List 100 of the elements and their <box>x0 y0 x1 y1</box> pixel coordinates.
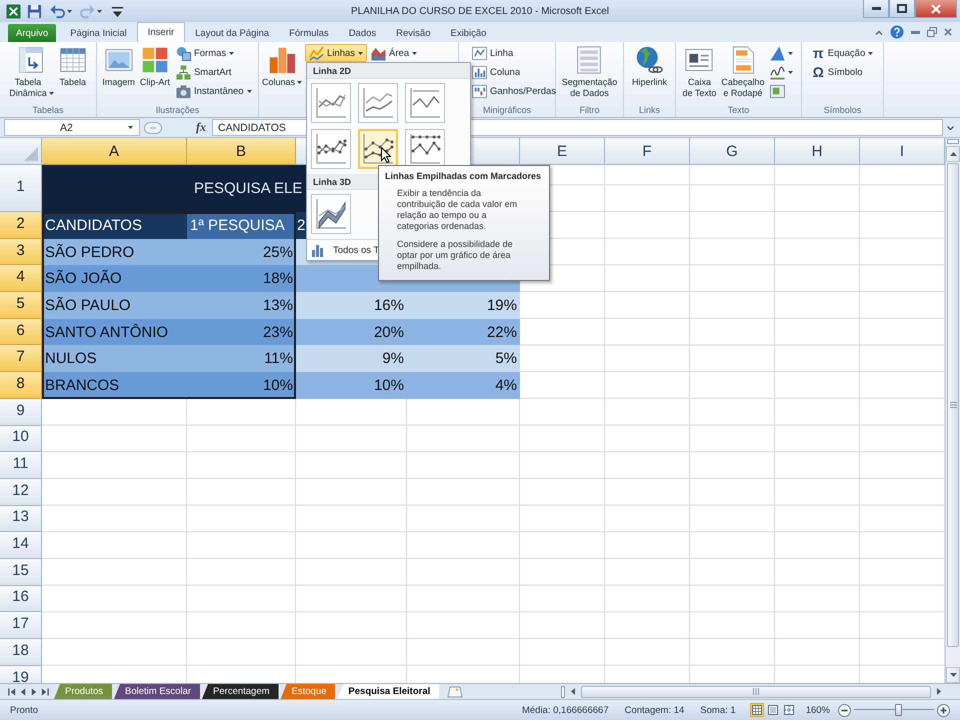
ribbon-button[interactable]: Imagem <box>100 44 137 90</box>
zoom-in-button[interactable] <box>937 704 950 716</box>
row-header[interactable]: 17 <box>0 612 42 639</box>
row-header[interactable]: 16 <box>0 586 42 612</box>
ribbon-button[interactable]: Área <box>368 44 420 62</box>
ribbon-button[interactable]: SmartArt <box>172 63 255 81</box>
ribbon-button[interactable]: Linha <box>469 44 560 62</box>
ribbon-tab[interactable]: Fórmulas <box>279 24 339 42</box>
row-header[interactable]: 13 <box>0 506 42 532</box>
ribbon-button[interactable]: Instantâneo <box>172 82 255 100</box>
minus-icon <box>838 704 851 716</box>
close-icon <box>931 4 941 14</box>
name-box[interactable]: A2 <box>4 119 140 136</box>
ribbon-button[interactable]: Formas <box>172 44 255 62</box>
column-header[interactable]: E <box>520 138 605 165</box>
clip-art-icon <box>140 46 169 74</box>
ribbon-button[interactable]: Clip-Art <box>138 44 172 90</box>
maximize-button[interactable] <box>889 0 915 18</box>
column-header[interactable]: B <box>187 138 296 165</box>
group-label: Símbolos <box>822 104 862 117</box>
ribbon-button[interactable]: Cabeçalho e Rodapé <box>719 44 766 101</box>
grip-icon <box>753 688 759 695</box>
row-header[interactable]: 11 <box>0 452 42 479</box>
row-header[interactable]: 7 <box>0 345 42 372</box>
ribbon-button[interactable]: Linhas <box>305 44 368 62</box>
ribbon-button[interactable]: Tabela <box>56 44 89 90</box>
quick-access-button[interactable] <box>25 2 44 20</box>
sheet-tab[interactable]: Boletim Escolar <box>114 684 200 699</box>
ribbon-tab[interactable]: Layout da Página <box>185 24 280 42</box>
help-icon[interactable] <box>890 25 904 39</box>
line-3d-chart-icon <box>315 198 347 230</box>
ribbon-button[interactable]: Caixa de Texto <box>680 44 718 101</box>
minimize-icon[interactable] <box>911 30 920 34</box>
sheet-tab[interactable]: Pesquisa Eleitoral <box>337 684 440 699</box>
row-header[interactable]: 10 <box>0 426 42 452</box>
view-button[interactable] <box>750 703 764 717</box>
ribbon-button[interactable]: Colunas <box>260 44 304 90</box>
table-cell: 4% <box>407 372 520 399</box>
close-icon[interactable] <box>944 28 952 36</box>
column-header[interactable]: H <box>775 138 860 165</box>
row-header[interactable]: 14 <box>0 532 42 559</box>
table-cell: SÃO JOÃO <box>42 265 187 292</box>
close-button[interactable] <box>915 0 957 18</box>
row-header[interactable]: 5 <box>0 292 42 319</box>
view-button[interactable] <box>782 703 796 717</box>
app-icon <box>6 4 21 18</box>
camera-icon <box>176 84 191 98</box>
view-button[interactable] <box>766 703 780 717</box>
column-header[interactable]: A <box>42 138 187 165</box>
file-menu-button[interactable]: Arquivo <box>8 24 56 42</box>
collapse-ribbon-icon[interactable] <box>875 30 883 34</box>
zoom-out-button[interactable] <box>838 704 851 716</box>
chart-type-option[interactable] <box>311 129 351 169</box>
column-header[interactable]: I <box>860 138 945 165</box>
line-chart-markers-icon <box>315 133 347 165</box>
scroll-down-button[interactable] <box>946 667 960 683</box>
scrollbar-thumb[interactable] <box>947 163 959 647</box>
row-header[interactable]: 6 <box>0 318 42 346</box>
ribbon-button[interactable]: Tabela Dinâmica <box>7 44 56 101</box>
row-header[interactable]: 4 <box>0 265 42 292</box>
next-sheet-icon[interactable] <box>30 688 38 696</box>
row-header[interactable]: 15 <box>0 558 42 586</box>
column-header[interactable]: F <box>605 138 690 165</box>
ribbon-button[interactable]: Segmentação de Dados <box>560 44 620 101</box>
grip-icon <box>950 402 956 408</box>
ribbon-tab[interactable]: Inserir <box>136 22 186 42</box>
row-header[interactable]: 8 <box>0 372 42 399</box>
ribbon-button[interactable]: Hiperlink <box>630 44 669 90</box>
ribbon-tab[interactable]: Dados <box>338 24 386 42</box>
previous-sheet-icon[interactable] <box>19 688 27 696</box>
row-header[interactable]: 3 <box>0 238 42 266</box>
minimize-button[interactable] <box>863 0 889 18</box>
zoom-level[interactable]: 160% <box>806 704 830 716</box>
split-handle[interactable] <box>947 139 959 144</box>
restore-icon[interactable] <box>927 27 937 37</box>
last-sheet-icon[interactable] <box>41 688 49 696</box>
sheet-tab[interactable]: Percentagem <box>202 684 279 699</box>
ribbon-button[interactable]: π Equação <box>808 44 876 62</box>
chart-type-option[interactable] <box>358 129 398 169</box>
row-header[interactable]: 18 <box>0 639 42 666</box>
ribbon-tab[interactable]: Página Inicial <box>60 24 137 42</box>
splitter-handle-icon[interactable] <box>144 122 162 134</box>
scrollbar-thumb[interactable] <box>581 686 931 698</box>
vertical-scrollbar[interactable] <box>945 138 960 683</box>
scroll-up-button[interactable] <box>946 146 960 162</box>
ribbon-tab[interactable]: Exibição <box>440 24 496 42</box>
ribbon-button[interactable]: Ω Símbolo <box>808 63 876 81</box>
insert-function-button[interactable]: fx <box>196 120 206 135</box>
slider-thumb[interactable] <box>894 704 902 716</box>
ribbon-tab[interactable]: Revisão <box>386 24 440 42</box>
column-header[interactable]: G <box>690 138 775 165</box>
row-header[interactable]: 9 <box>0 398 42 426</box>
expand-icon[interactable] <box>947 126 954 130</box>
row-header[interactable]: 12 <box>0 478 42 506</box>
row-header[interactable]: 1 <box>0 165 42 212</box>
first-sheet-icon[interactable] <box>8 688 16 696</box>
split-handle[interactable] <box>561 686 565 698</box>
row-header[interactable]: 19 <box>0 666 42 683</box>
row-header[interactable]: 2 <box>0 212 42 239</box>
percent-line-chart-icon <box>409 87 441 119</box>
